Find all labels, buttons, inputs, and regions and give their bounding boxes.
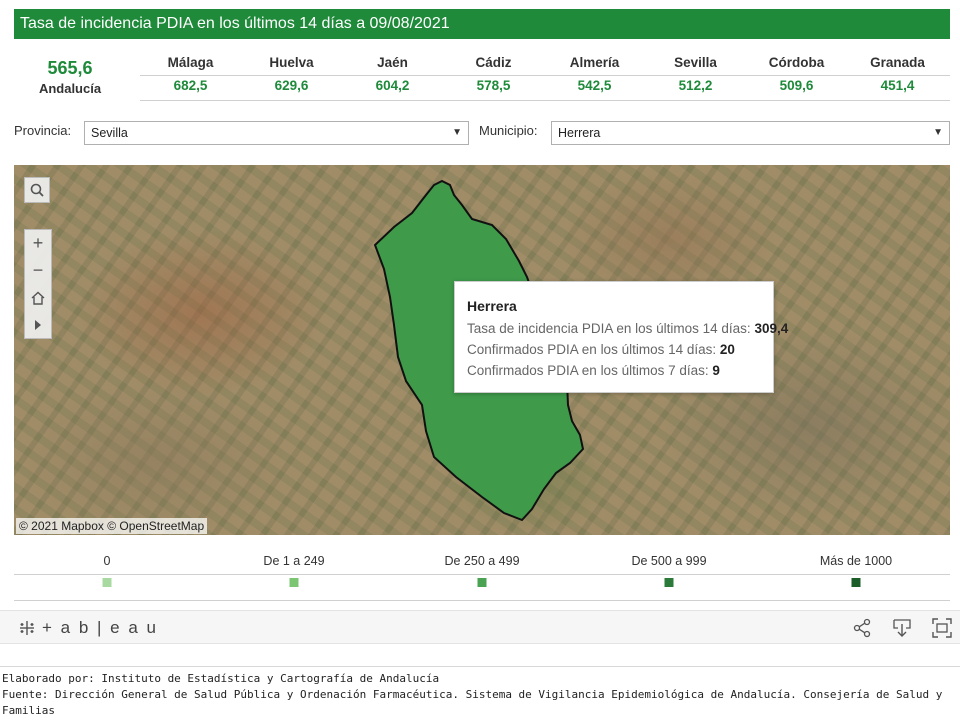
- play-icon: [35, 319, 41, 330]
- legend-swatch[interactable]: [851, 578, 861, 587]
- andalucia-total-label: Andalucía: [38, 81, 102, 96]
- zoom-in-button[interactable]: +: [25, 230, 51, 257]
- search-icon: [30, 183, 44, 197]
- tableau-toolbar: + a b | e a u: [0, 610, 960, 644]
- province-value: 682,5: [173, 78, 208, 93]
- andalucia-total: 565,6 Andalucía: [14, 58, 126, 96]
- tableau-mark-icon: [20, 621, 34, 635]
- province-jaen[interactable]: Jaén 604,2: [342, 52, 443, 98]
- legend-swatch[interactable]: [102, 578, 112, 587]
- province-almeria[interactable]: Almería 542,5: [544, 52, 645, 98]
- province-name: Granada: [870, 55, 925, 70]
- download-icon[interactable]: [892, 618, 912, 638]
- province-sevilla[interactable]: Sevilla 512,2: [645, 52, 746, 98]
- province-value: 451,4: [880, 78, 915, 93]
- share-icon[interactable]: [852, 618, 872, 638]
- map-zoom-controls: + −: [24, 229, 52, 339]
- footer-fuente: Fuente: Dirección General de Salud Públi…: [2, 688, 943, 717]
- province-cordoba[interactable]: Córdoba 509,6: [746, 52, 847, 98]
- chevron-down-icon: ▼: [452, 127, 462, 138]
- footer-credits: Elaborado por: Instituto de Estadística …: [2, 671, 960, 719]
- provincia-select[interactable]: Sevilla ▼: [84, 121, 469, 145]
- home-button[interactable]: [25, 284, 51, 311]
- chevron-down-icon: ▼: [933, 127, 943, 138]
- map-attribution[interactable]: © 2021 Mapbox © OpenStreetMap: [16, 518, 208, 534]
- tooltip-row: Confirmados PDIA en los últimos 7 días: …: [467, 363, 720, 378]
- province-huelva[interactable]: Huelva 629,6: [241, 52, 342, 98]
- andalucia-total-value: 565,6: [47, 58, 93, 78]
- province-name: Jaén: [377, 55, 408, 70]
- province-cadiz[interactable]: Cádiz 578,5: [443, 52, 544, 98]
- province-malaga[interactable]: Málaga 682,5: [140, 52, 241, 98]
- color-legend: 0 De 1 a 249 De 250 a 499 De 500 a 999 M…: [14, 552, 950, 602]
- province-name: Córdoba: [768, 55, 825, 70]
- provincia-label: Provincia:: [14, 123, 72, 138]
- home-icon: [31, 291, 45, 305]
- provincia-select-value: Sevilla: [91, 126, 128, 140]
- province-value: 604,2: [375, 78, 410, 93]
- province-name: Málaga: [167, 55, 214, 70]
- legend-swatch[interactable]: [289, 578, 299, 587]
- zoom-out-button[interactable]: −: [25, 257, 51, 284]
- fullscreen-icon[interactable]: [932, 618, 952, 638]
- summary-panel: 565,6 Andalucía Málaga 682,5 Huelva 629,…: [14, 48, 950, 104]
- province-name: Sevilla: [674, 55, 717, 70]
- legend-label: De 250 a 499: [444, 554, 520, 568]
- footer-elaborado: Elaborado por: Instituto de Estadística …: [2, 672, 440, 685]
- tooltip-row: Confirmados PDIA en los últimos 14 días:…: [467, 342, 735, 357]
- province-name: Almería: [569, 55, 620, 70]
- legend-label: 0: [103, 554, 111, 568]
- map-tooltip: Herrera Tasa de incidencia PDIA en los ú…: [454, 281, 789, 393]
- expand-toolbar-button[interactable]: [25, 311, 51, 338]
- province-value: 542,5: [577, 78, 612, 93]
- municipio-select-value: Herrera: [558, 126, 601, 140]
- municipio-select[interactable]: Herrera ▼: [551, 121, 950, 145]
- province-value: 629,6: [274, 78, 309, 93]
- municipio-label: Municipio:: [479, 123, 538, 138]
- province-value: 512,2: [678, 78, 713, 93]
- province-value: 578,5: [476, 78, 511, 93]
- province-name: Cádiz: [475, 55, 512, 70]
- tableau-logo[interactable]: + a b | e a u: [18, 618, 158, 638]
- tableau-wordmark: + a b | e a u: [42, 618, 158, 637]
- legend-label: De 1 a 249: [263, 554, 325, 568]
- province-table: Málaga 682,5 Huelva 629,6 Jaén 604,2 Cád…: [140, 52, 950, 101]
- map-search-button[interactable]: [24, 177, 50, 203]
- legend-label: Más de 1000: [819, 554, 893, 568]
- plus-icon: +: [32, 233, 44, 253]
- dashboard-title: Tasa de incidencia PDIA en los últimos 1…: [14, 9, 950, 39]
- province-name: Huelva: [269, 55, 314, 70]
- province-granada[interactable]: Granada 451,4: [847, 52, 948, 98]
- tooltip-row: Tasa de incidencia PDIA en los últimos 1…: [467, 321, 789, 336]
- legend-swatch[interactable]: [477, 578, 487, 587]
- legend-label: De 500 a 999: [631, 554, 707, 568]
- tooltip-title: Herrera: [467, 298, 517, 314]
- province-value: 509,6: [779, 78, 814, 93]
- legend-swatch[interactable]: [664, 578, 674, 587]
- minus-icon: −: [32, 260, 44, 280]
